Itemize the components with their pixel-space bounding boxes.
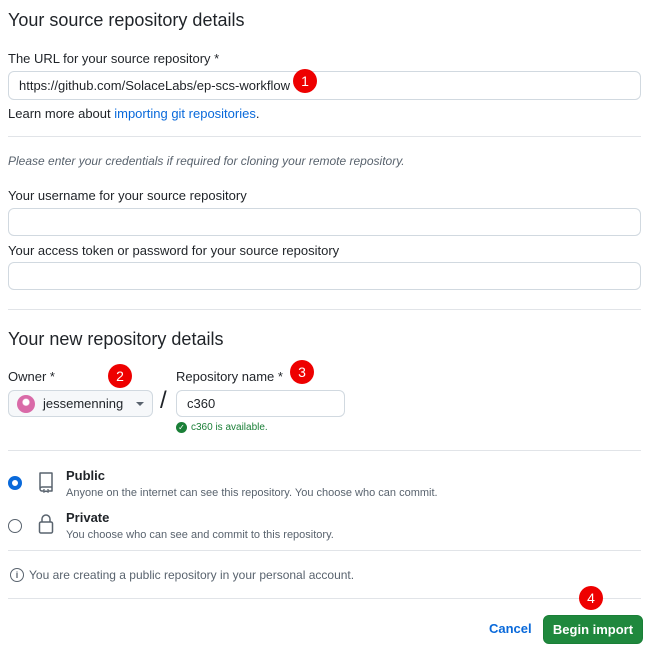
repo-name-label: Repository name * [176,369,283,384]
token-input[interactable] [8,262,641,290]
public-description: Anyone on the internet can see this repo… [66,487,438,499]
check-circle-icon: ✓ [176,422,187,433]
chevron-down-icon [136,401,144,406]
username-label: Your username for your source repository [8,188,247,203]
owner-label: Owner * [8,369,55,384]
owner-name: jessemenning [43,396,124,411]
importing-repos-link[interactable]: importing git repositories [114,106,256,121]
repo-icon [37,471,55,494]
divider [8,450,641,451]
lock-icon [37,513,55,535]
credentials-note: Please enter your credentials if require… [8,154,405,168]
availability-message: ✓ c360 is available. [176,422,268,433]
annotation-badge-1: 1 [293,69,317,93]
divider [8,309,641,310]
owner-avatar [17,394,35,413]
url-input-value: https://github.com/SolaceLabs/ep-scs-wor… [19,78,290,93]
cancel-button[interactable]: Cancel [489,621,532,636]
annotation-badge-2: 2 [108,364,132,388]
info-message: i You are creating a public repository i… [10,568,354,582]
availability-text: c360 is available. [191,422,268,433]
public-radio[interactable] [8,476,22,490]
repo-name-input[interactable]: c360 [176,390,345,417]
learn-more-prefix: Learn more about [8,106,115,121]
source-section-heading: Your source repository details [8,10,245,30]
divider [8,550,641,551]
private-description: You choose who can see and commit to thi… [66,529,334,541]
owner-repo-separator: / [160,387,167,414]
repo-name-value: c360 [187,396,216,411]
divider [8,598,641,599]
divider [8,136,641,137]
public-title: Public [66,468,106,483]
begin-import-button[interactable]: Begin import [543,615,643,644]
info-icon: i [10,568,24,582]
learn-more-suffix: . [255,106,260,121]
token-label: Your access token or password for your s… [8,243,340,258]
username-input[interactable] [8,208,641,236]
private-title: Private [66,510,110,525]
private-radio[interactable] [8,519,22,533]
learn-more-text: Learn more about importing git repositor… [8,106,259,121]
url-input[interactable]: https://github.com/SolaceLabs/ep-scs-wor… [8,71,641,100]
new-repo-section-heading: Your new repository details [8,329,224,349]
owner-select[interactable]: jessemenning [8,390,153,417]
url-label: The URL for your source repository * [8,51,220,66]
annotation-badge-4: 4 [579,586,603,610]
annotation-badge-3: 3 [290,360,314,384]
info-text: You are creating a public repository in … [29,568,355,582]
